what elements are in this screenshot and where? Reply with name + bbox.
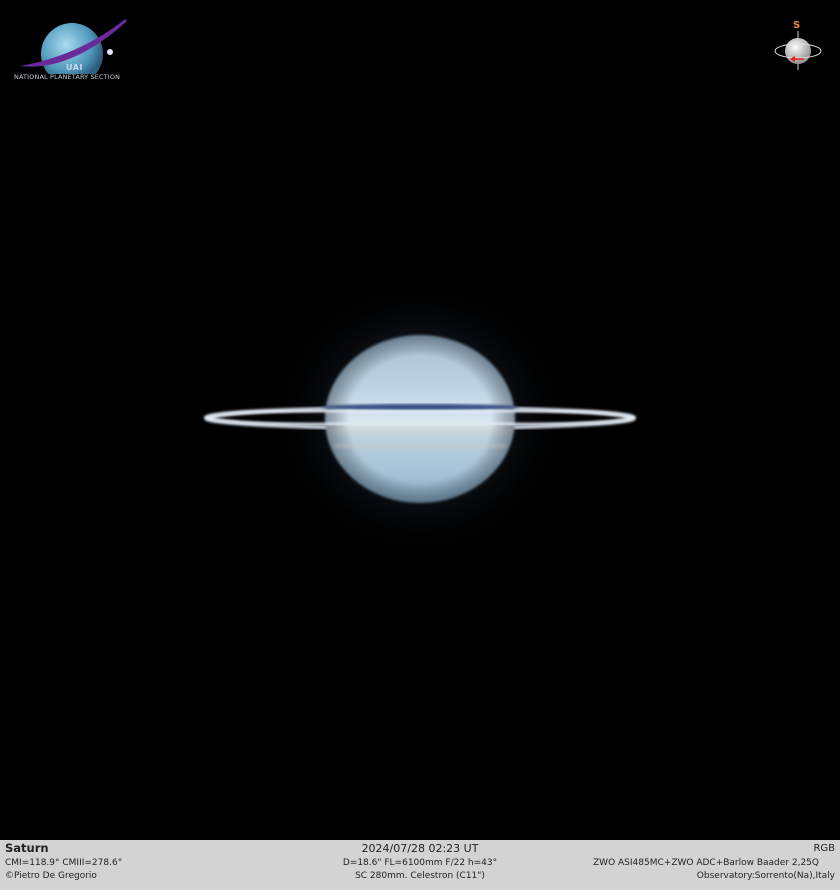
saturn-image xyxy=(204,278,636,558)
logo-acronym: UAI xyxy=(66,63,83,72)
planet-image: UAI NATIONAL PLANETARY SECTION S xyxy=(0,0,840,840)
logo-section: NATIONAL PLANETARY SECTION xyxy=(14,73,121,81)
observation-datetime: 2024/07/28 02:23 UT xyxy=(361,842,479,855)
orientation-globe-icon xyxy=(774,31,822,70)
ring-shadow xyxy=(320,404,520,410)
saturn-globe xyxy=(325,335,515,503)
caption-bar: Saturn CMI=118.9° CMIII=278.6° ©Pietro D… xyxy=(0,840,840,890)
filter-info: RGB xyxy=(813,843,835,854)
observatory-info: Observatory:Sorrento(Na),Italy xyxy=(696,871,835,881)
orientation-indicator: S xyxy=(770,20,826,72)
camera-info: ZWO ASI485MC+ZWO ADC+Barlow Baader 2,25Q xyxy=(593,858,819,868)
uai-logo: UAI NATIONAL PLANETARY SECTION xyxy=(10,14,140,84)
